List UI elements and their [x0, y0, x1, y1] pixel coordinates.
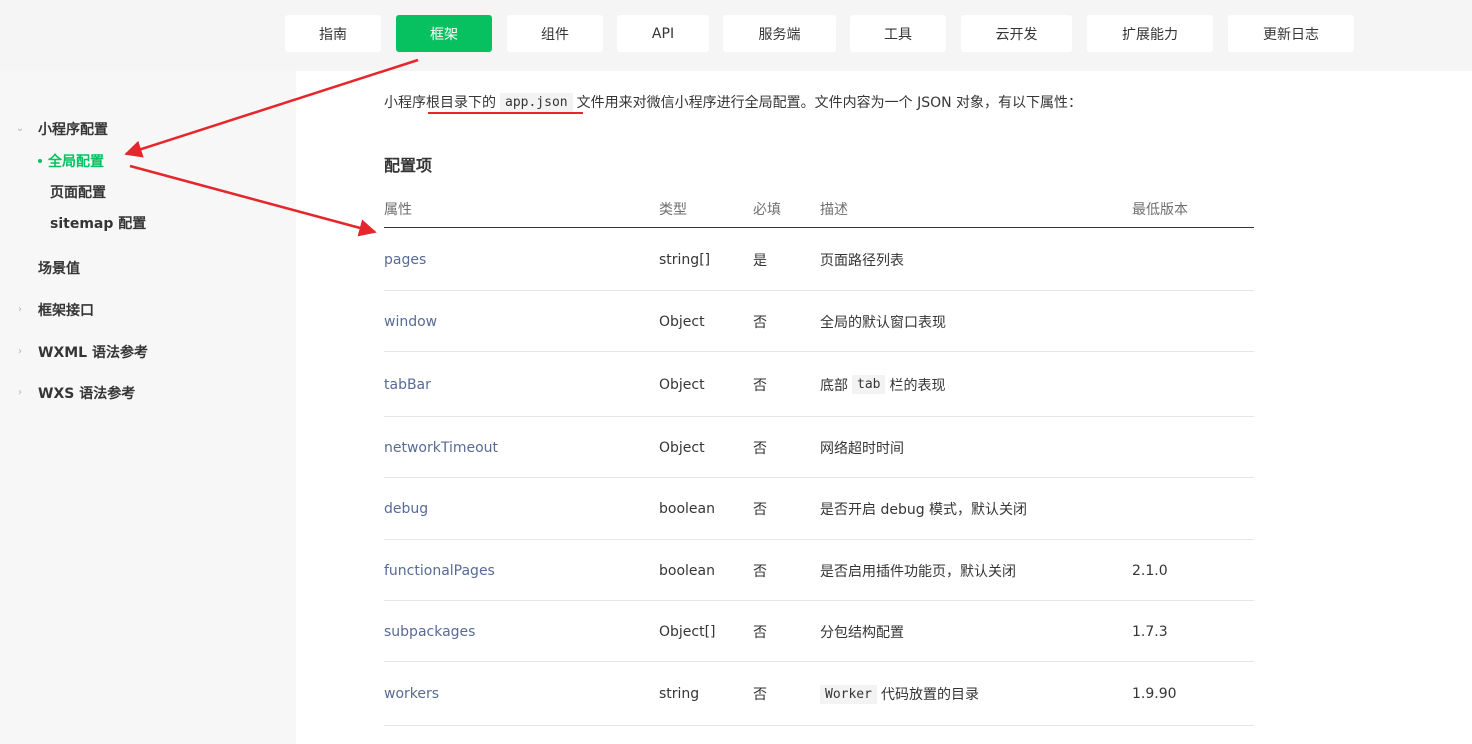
section-title: 配置项: [384, 156, 433, 175]
cell-property[interactable]: functionalPages: [384, 540, 495, 601]
cell-required: 否: [753, 687, 767, 703]
column-header-description: 描述: [820, 202, 848, 218]
description-text: 代码放置的目录: [880, 687, 979, 703]
cell-required: 否: [753, 624, 767, 641]
cell-required: 否: [753, 377, 767, 394]
cell-description: 底部 tab 栏的表现: [820, 352, 945, 417]
cell-type: Object: [659, 313, 705, 330]
cell-type: Object: [659, 439, 705, 456]
cell-description: 分包结构配置: [820, 601, 904, 662]
sidebar-item-sitemap-config[interactable]: sitemap 配置: [50, 213, 146, 233]
cell-property[interactable]: tabBar: [384, 352, 431, 417]
active-dot: [38, 159, 42, 163]
sidebar-item-label: 场景值: [38, 261, 80, 277]
chevron-right-icon: ›: [18, 346, 22, 357]
tab-changelog[interactable]: 更新日志: [1228, 15, 1354, 52]
tab-framework[interactable]: 框架: [396, 15, 492, 52]
description-text: 页面路径列表: [820, 253, 904, 269]
sidebar-item-label: WXS 语法参考: [38, 386, 136, 402]
tab-tools[interactable]: 工具: [850, 15, 946, 52]
sidebar-item-label: 框架接口: [38, 303, 94, 319]
sidebar: ⌄ 小程序配置 全局配置 页面配置 sitemap 配置 场景值 › 框架接口 …: [0, 71, 296, 744]
cell-required: 否: [753, 314, 767, 331]
description-text: 栏的表现: [889, 377, 946, 394]
cell-required: 否: [753, 440, 767, 457]
tab-guide[interactable]: 指南: [285, 15, 381, 52]
tab-api[interactable]: API: [617, 15, 709, 52]
cell-description: 全局的默认窗口表现: [820, 291, 946, 352]
description-text: 网络超时时间: [820, 440, 904, 457]
description-text: 底部: [820, 377, 848, 394]
cell-property[interactable]: window: [384, 291, 437, 352]
sidebar-group-mini-program-config[interactable]: ⌄ 小程序配置: [14, 119, 108, 139]
column-header-property: 属性: [384, 202, 412, 218]
table-row: workers string 否 Worker 代码放置的目录 1.9.90: [384, 662, 1254, 726]
column-header-min-version: 最低版本: [1132, 202, 1188, 218]
sidebar-item-label: sitemap 配置: [50, 216, 147, 232]
cell-description: 是否启用插件功能页，默认关闭: [820, 540, 1016, 601]
cell-property[interactable]: debug: [384, 478, 428, 540]
chevron-right-icon: ›: [18, 304, 22, 315]
table-row: functionalPages boolean 否 是否启用插件功能页，默认关闭 2.1…: [384, 540, 1254, 601]
cell-type: boolean: [659, 501, 715, 517]
cell-description: 网络超时时间: [820, 417, 904, 478]
description-code: Worker: [820, 684, 877, 704]
cell-type: boolean: [659, 562, 715, 579]
chevron-right-icon: ›: [18, 387, 22, 398]
cell-property[interactable]: pages: [384, 229, 426, 291]
table-row: networkTimeout Object 否 网络超时时间: [384, 417, 1254, 478]
cell-description: 是否开启 debug 模式，默认关闭: [820, 478, 1027, 540]
column-header-type: 类型: [659, 202, 687, 218]
chevron-down-icon: ⌄: [15, 123, 25, 134]
tab-server[interactable]: 服务端: [723, 15, 836, 52]
cell-property[interactable]: workers: [384, 662, 439, 726]
cell-min-version: 1.7.3: [1132, 623, 1168, 640]
table-row: pages string[] 是 页面路径列表: [384, 229, 1254, 291]
sidebar-item-global-config[interactable]: 全局配置: [38, 151, 104, 171]
cell-min-version: 2.1.0: [1132, 562, 1168, 579]
description-code: tab: [852, 375, 886, 394]
sidebar-item-label: 全局配置: [48, 154, 104, 170]
table-row: tabBar Object 否 底部 tab 栏的表现: [384, 352, 1254, 417]
tab-components[interactable]: 组件: [507, 15, 603, 52]
intro-text-before: 小程序根目录下的: [384, 95, 496, 111]
cell-type: Object[]: [659, 623, 716, 640]
sidebar-item-framework-api[interactable]: › 框架接口: [14, 300, 94, 320]
cell-property[interactable]: networkTimeout: [384, 417, 498, 478]
column-header-required: 必填: [753, 202, 781, 218]
sidebar-item-wxs-reference[interactable]: › WXS 语法参考: [14, 383, 135, 403]
intro-paragraph: 小程序根目录下的 app.json 文件用来对微信小程序进行全局配置。文件内容为…: [384, 92, 1082, 112]
cell-required: 是: [753, 253, 767, 269]
tab-cloud-dev[interactable]: 云开发: [961, 15, 1072, 52]
sidebar-item-label: WXML 语法参考: [38, 345, 148, 361]
description-text: 全局的默认窗口表现: [820, 314, 946, 331]
cell-min-version: 1.9.90: [1132, 686, 1177, 702]
table-row: window Object 否 全局的默认窗口表现: [384, 291, 1254, 352]
sidebar-item-label: 页面配置: [50, 185, 106, 201]
sidebar-item-page-config[interactable]: 页面配置: [50, 182, 106, 202]
cell-description: 页面路径列表: [820, 229, 904, 291]
sidebar-item-wxml-reference[interactable]: › WXML 语法参考: [14, 342, 148, 362]
sidebar-item-scene-values[interactable]: 场景值: [38, 258, 80, 278]
cell-required: 否: [753, 563, 767, 580]
table-row: debug boolean 否 是否开启 debug 模式，默认关闭: [384, 478, 1254, 540]
description-text: 分包结构配置: [820, 624, 904, 641]
cell-description: Worker 代码放置的目录: [820, 662, 979, 726]
table-row: subpackages Object[] 否 分包结构配置 1.7.3: [384, 601, 1254, 662]
annotation-underline: [428, 112, 583, 114]
sidebar-group-label: 小程序配置: [38, 122, 108, 138]
top-nav: 指南 框架 组件 API 服务端 工具 云开发 扩展能力 更新日志: [0, 0, 1472, 71]
cell-type: string: [659, 686, 700, 702]
app-json-code: app.json: [500, 92, 573, 112]
tab-extensions[interactable]: 扩展能力: [1087, 15, 1213, 52]
cell-type: Object: [659, 376, 705, 393]
cell-required: 否: [753, 502, 767, 518]
table-header: 属性 类型 必填 描述 最低版本: [384, 190, 1254, 228]
description-text: 是否启用插件功能页，默认关闭: [820, 563, 1016, 580]
description-text: 是否开启 debug 模式，默认关闭: [820, 502, 1028, 518]
cell-property[interactable]: subpackages: [384, 601, 475, 662]
intro-text-after: 文件用来对微信小程序进行全局配置。文件内容为一个 JSON 对象，有以下属性：: [576, 95, 1083, 111]
cell-type: string[]: [659, 252, 711, 268]
